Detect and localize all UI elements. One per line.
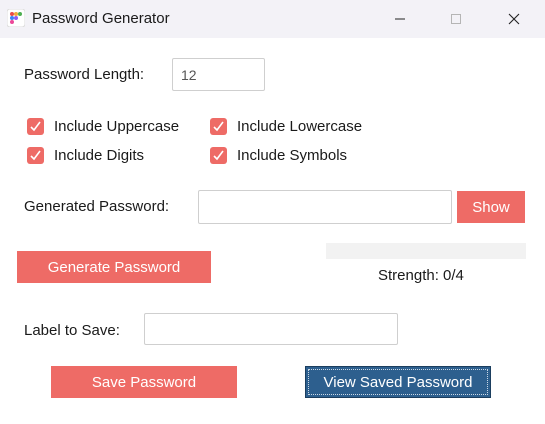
lowercase-label: Include Lowercase (237, 118, 363, 135)
lowercase-checkbox[interactable]: Include Lowercase (210, 118, 362, 135)
minimize-icon (395, 18, 405, 20)
digits-checkbox[interactable]: Include Digits (27, 147, 144, 164)
window-title: Password Generator (32, 10, 170, 27)
show-button[interactable]: Show (457, 191, 525, 223)
checkmark-icon (210, 118, 227, 135)
close-icon (508, 13, 520, 25)
generated-password-field[interactable] (198, 190, 452, 224)
maximize-icon (451, 14, 461, 24)
uppercase-checkbox[interactable]: Include Uppercase (27, 118, 179, 135)
password-length-label: Password Length: (24, 66, 145, 83)
digits-label: Include Digits (54, 147, 145, 164)
maximize-button[interactable] (433, 0, 479, 38)
checkmark-icon (27, 118, 44, 135)
generated-password-label: Generated Password: (24, 198, 170, 215)
minimize-button[interactable] (377, 0, 423, 38)
app-icon (7, 9, 25, 27)
generate-password-button[interactable]: Generate Password (17, 251, 211, 283)
strength-text: Strength: 0/4 (378, 267, 464, 284)
save-label-label: Label to Save: (24, 322, 120, 339)
uppercase-label: Include Uppercase (54, 118, 180, 135)
symbols-checkbox[interactable]: Include Symbols (210, 147, 347, 164)
save-label-input[interactable] (144, 313, 398, 345)
strength-bar (326, 243, 526, 259)
symbols-label: Include Symbols (237, 147, 348, 164)
save-password-button[interactable]: Save Password (51, 366, 237, 398)
checkmark-icon (210, 147, 227, 164)
checkmark-icon (27, 147, 44, 164)
view-saved-password-button[interactable]: View Saved Password (305, 366, 491, 398)
password-length-input[interactable] (172, 58, 265, 91)
title-bar: Password Generator (0, 0, 545, 38)
close-button[interactable] (491, 0, 537, 38)
